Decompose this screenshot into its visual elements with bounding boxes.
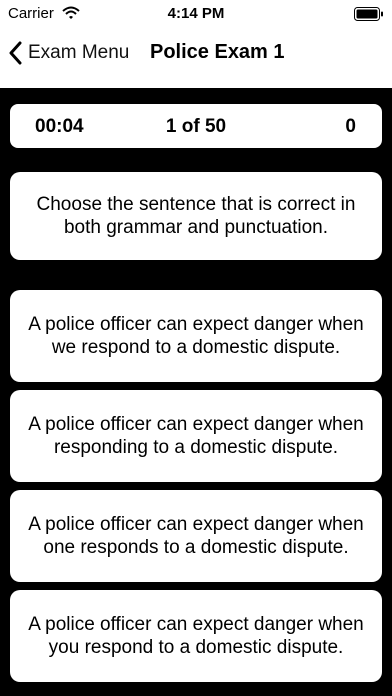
answer-option-2[interactable]: A police officer can expect danger when … xyxy=(10,390,382,482)
answer-option-text: A police officer can expect danger when … xyxy=(28,414,364,458)
answer-option-1[interactable]: A police officer can expect danger when … xyxy=(10,290,382,382)
page-title: Police Exam 1 xyxy=(150,41,285,63)
answer-option-text: A police officer can expect danger when … xyxy=(28,314,364,358)
score: 0 xyxy=(345,116,356,137)
battery-icon xyxy=(354,7,383,21)
answer-option-text: A police officer can expect danger when … xyxy=(28,614,364,658)
question-card: Choose the sentence that is correct in b… xyxy=(10,172,382,260)
chevron-left-icon xyxy=(9,41,22,65)
status-bar: Carrier 4:14 PM xyxy=(0,0,392,30)
status-time: 4:14 PM xyxy=(167,5,225,22)
exam-stats-bar: 00:04 1 of 50 0 xyxy=(10,104,382,148)
answer-option-4[interactable]: A police officer can expect danger when … xyxy=(10,590,382,682)
back-button[interactable]: Exam Menu xyxy=(8,38,129,68)
back-button-label: Exam Menu xyxy=(28,42,130,63)
answer-option-3[interactable]: A police officer can expect danger when … xyxy=(10,490,382,582)
header-area: Carrier 4:14 PM Exam Menu Police Exam 1 xyxy=(0,0,392,88)
answer-option-text: A police officer can expect danger when … xyxy=(28,514,364,558)
question-text: Choose the sentence that is correct in b… xyxy=(36,194,356,238)
navigation-bar: Exam Menu Police Exam 1 xyxy=(0,30,392,88)
question-progress: 1 of 50 xyxy=(165,116,227,137)
